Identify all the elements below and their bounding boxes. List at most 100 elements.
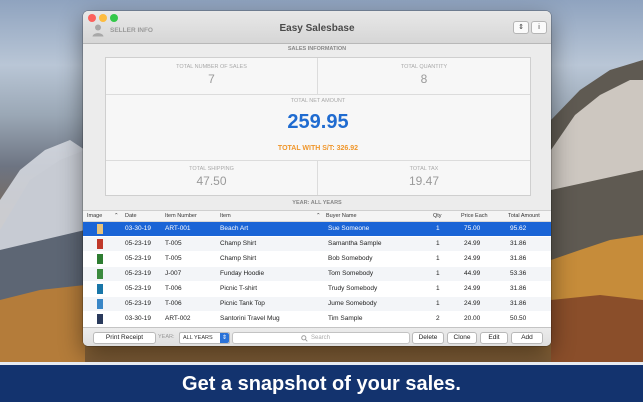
dropdown-icon: ⇕ [220,333,229,343]
cell-total-amount: 50.50 [510,315,527,322]
cell-item-number: ART-002 [165,315,191,322]
delete-button[interactable]: Delete [412,332,444,344]
table-row[interactable]: 05-23-19 T-006 Picnic Tank Top Jume Somebod… [83,297,551,311]
cell-item: Beach Art [220,225,249,232]
cell-date: 05-23-19 [125,270,152,277]
net-amount-value: 259.95 [287,111,349,133]
app-window: SELLER INFO Easy Salesbase ⇕ i SALES INF… [83,11,551,346]
sort-arrow-icon[interactable]: ⌃ [316,213,321,219]
column-header-item[interactable]: Item [220,213,231,219]
cell-buyer-name: Trudy Somebody [328,285,378,292]
cell-date: 05-23-19 [125,285,152,292]
divider [106,94,530,95]
cell-item-number: T-006 [165,285,182,292]
cell-item: Funday Hoodie [220,270,265,277]
year-header: YEAR: ALL YEARS [292,200,342,206]
cell-price-each: 24.99 [464,285,481,292]
cell-item: Picnic T-shirt [220,285,258,292]
year-select[interactable]: ALL YEARS ⇕ [179,332,230,344]
cell-item-number: T-005 [165,240,182,247]
cell-buyer-name: Samantha Sample [328,240,382,247]
table-row[interactable]: 05-23-19 T-005 Champ Shirt Bob Somebody 1 24.… [83,252,551,266]
tax-label: TOTAL TAX [409,166,439,172]
cell-price-each: 75.00 [464,225,481,232]
edit-button[interactable]: Edit [480,332,508,344]
table-row[interactable]: 03-30-19 ART-002 Santorini Travel Mug Tim S… [83,312,551,326]
cell-total-amount: 95.62 [510,225,527,232]
cell-price-each: 24.99 [464,300,481,307]
table-row[interactable]: 05-23-19 T-005 Champ Shirt Samantha Sample 1… [83,237,551,251]
cell-item-number: T-006 [165,300,182,307]
net-amount-label: TOTAL NET AMOUNT [290,98,346,104]
column-header-item-number[interactable]: Item Number [165,213,197,219]
cell-date: 05-23-19 [125,255,152,262]
shipping-value: 47.50 [196,174,227,188]
cell-qty: 1 [436,225,440,232]
cell-total-amount: 31.86 [510,255,527,262]
sort-arrow-icon[interactable]: ⌃ [114,213,119,219]
item-thumbnail [97,284,103,294]
column-header-buyer-name[interactable]: Buyer Name [326,213,357,219]
cell-item: Picnic Tank Top [220,300,265,307]
cell-item: Champ Shirt [220,255,257,262]
info-button[interactable]: i [531,21,547,34]
total-sales-value: 7 [208,72,215,86]
window-title: Easy Salesbase [279,23,355,34]
column-header-total-amount[interactable]: Total Amount [508,213,540,219]
table-row[interactable]: 03-30-19 ART-001 Beach Art Sue Someone 1 75.0… [83,222,551,236]
cell-total-amount: 31.86 [510,240,527,247]
item-thumbnail [97,314,103,324]
cell-item-number: T-005 [165,255,182,262]
item-thumbnail [97,254,103,264]
cell-total-amount: 31.86 [510,285,527,292]
table-row[interactable]: 05-23-19 T-006 Picnic T-shirt Trudy Somebod… [83,282,551,296]
cell-buyer-name: Sue Someone [328,225,370,232]
close-window-button[interactable] [88,14,96,22]
search-input[interactable]: Search [232,332,410,344]
cell-qty: 1 [436,270,440,277]
year-select-value: ALL YEARS [183,335,213,341]
column-header-price-each[interactable]: Price Each [461,213,488,219]
cell-total-amount: 53.36 [510,270,527,277]
sales-table: Image ⌃ Date Item Number Item ⌃ Buyer Na… [83,210,551,328]
table-row[interactable]: 05-23-19 J-007 Funday Hoodie Tom Somebody 1 4… [83,267,551,281]
bottom-toolbar: Print Receipt YEAR: ALL YEARS ⇕ Search D… [83,327,551,346]
cell-item-number: ART-001 [165,225,191,232]
cell-price-each: 24.99 [464,240,481,247]
add-button[interactable]: Add [511,332,543,344]
sort-button[interactable]: ⇕ [513,21,529,34]
clone-button[interactable]: Clone [447,332,477,344]
cell-item-number: J-007 [165,270,182,277]
sort-icon: ⇕ [518,24,524,31]
search-icon [301,335,308,342]
total-with-st: TOTAL WITH S/T: 326.92 [277,145,359,152]
cell-date: 03-30-19 [125,225,152,232]
cell-qty: 1 [436,255,440,262]
cell-qty: 1 [436,285,440,292]
cell-item: Santorini Travel Mug [220,315,280,322]
cell-date: 05-23-19 [125,240,152,247]
minimize-window-button[interactable] [99,14,107,22]
cell-price-each: 20.00 [464,315,481,322]
print-receipt-button[interactable]: Print Receipt [93,332,156,344]
cell-buyer-name: Tom Somebody [328,270,374,277]
shipping-label: TOTAL SHIPPING [189,166,234,172]
cell-price-each: 24.99 [464,255,481,262]
total-sales-label: TOTAL NUMBER OF SALES [176,64,247,70]
tax-value: 19.47 [408,174,440,188]
cell-buyer-name: Jume Somebody [328,300,377,307]
sales-summary-panel: TOTAL NUMBER OF SALES 7 TOTAL QUANTITY 8… [105,57,531,196]
cell-qty: 1 [436,300,440,307]
item-thumbnail [97,239,103,249]
total-quantity-value: 8 [420,72,428,86]
sales-information-header: SALES INFORMATION [287,46,347,52]
info-icon: i [538,24,540,31]
column-header-qty[interactable]: Qty [433,213,442,219]
table-header: Image ⌃ Date Item Number Item ⌃ Buyer Na… [83,211,551,222]
column-header-image[interactable]: Image [87,213,102,219]
column-header-date[interactable]: Date [125,213,137,219]
cell-date: 03-30-19 [125,315,152,322]
promo-text: Get a snapshot of your sales. [182,373,461,395]
cell-buyer-name: Bob Somebody [328,255,373,262]
zoom-window-button[interactable] [110,14,118,22]
